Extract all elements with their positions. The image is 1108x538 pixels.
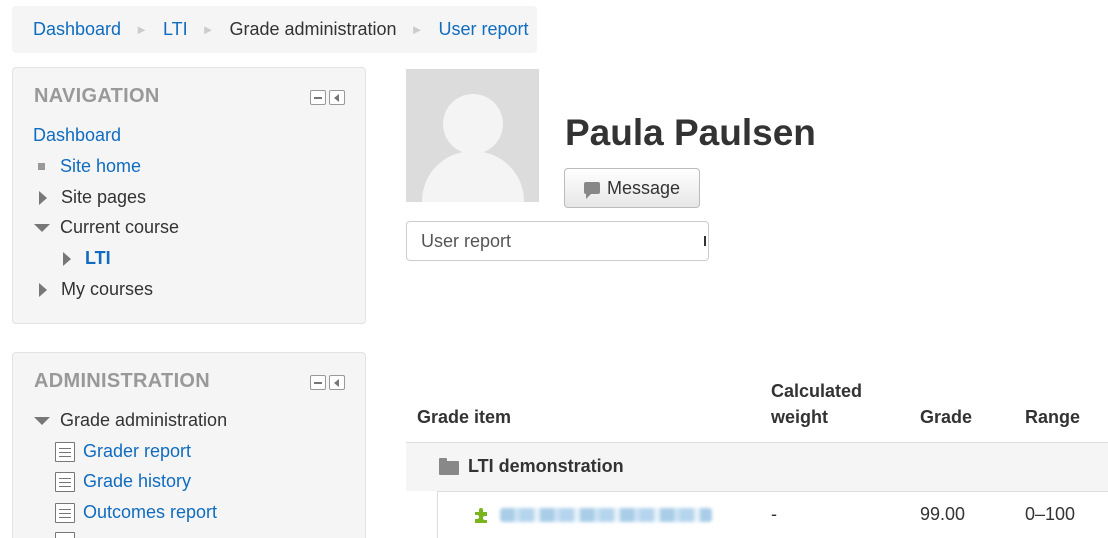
- message-button[interactable]: Message: [564, 168, 700, 208]
- column-header-grade-item: Grade item: [417, 407, 512, 427]
- minimize-icon[interactable]: [310, 375, 326, 390]
- collapse-arrow-icon[interactable]: [34, 416, 50, 425]
- expand-arrow-icon[interactable]: [39, 190, 47, 205]
- breadcrumb-lti[interactable]: LTI: [163, 19, 188, 40]
- block-controls: [310, 90, 345, 105]
- avatar-head: [443, 94, 503, 154]
- expand-arrow-icon[interactable]: [39, 282, 47, 297]
- cell-calculated-weight: -: [771, 504, 777, 524]
- breadcrumb-separator-icon: ►: [201, 22, 215, 37]
- breadcrumb-grade-administration: Grade administration: [229, 19, 397, 39]
- breadcrumb-separator-icon: ►: [135, 22, 148, 37]
- dropdown-caret-icon: [704, 236, 706, 246]
- cell-range: 0–100: [1025, 504, 1076, 524]
- category-indent-line: [437, 491, 438, 538]
- nav-item-label: Current course: [60, 217, 180, 237]
- column-header-grade: Grade: [920, 407, 973, 427]
- dock-icon[interactable]: [329, 90, 345, 105]
- breadcrumb-separator-icon: ►: [410, 22, 424, 37]
- admin-item-label: Grade administration: [60, 410, 228, 430]
- nav-item-label[interactable]: Dashboard: [33, 125, 121, 146]
- nav-item-site-home[interactable]: Site home: [38, 156, 141, 177]
- nav-item-course-lti[interactable]: LTI: [63, 248, 111, 269]
- nav-item-label: My courses: [61, 279, 154, 299]
- nav-item-my-courses[interactable]: My courses: [39, 279, 153, 300]
- minimize-icon[interactable]: [310, 90, 326, 105]
- breadcrumb-user-report[interactable]: User report: [438, 19, 528, 40]
- navigation-block: NAVIGATION Dashboard Site home Site page…: [12, 67, 366, 324]
- avatar[interactable]: [406, 69, 539, 202]
- user-fullname: Paula Paulsen: [565, 112, 816, 153]
- admin-item-outcomes-report[interactable]: Outcomes report: [55, 502, 217, 523]
- column-header-weight-line1: Calculated: [771, 381, 863, 401]
- nav-item-dashboard[interactable]: Dashboard: [33, 125, 121, 146]
- navigation-block-title: NAVIGATION: [34, 85, 160, 107]
- expand-arrow-icon[interactable]: [63, 251, 71, 266]
- column-header-weight-line2: weight: [771, 407, 828, 427]
- category-name: LTI demonstration: [468, 456, 624, 476]
- admin-item-grade-administration[interactable]: Grade administration: [34, 410, 227, 431]
- administration-block: ADMINISTRATION Grade administration Grad…: [12, 352, 366, 538]
- nav-item-label[interactable]: LTI: [85, 248, 111, 269]
- cell-grade: 99.00: [920, 504, 966, 524]
- block-controls: [310, 375, 345, 390]
- bullet-icon: [38, 163, 45, 170]
- administration-block-title: ADMINISTRATION: [34, 370, 211, 392]
- admin-item-label[interactable]: Grader report: [83, 441, 191, 462]
- lti-puzzle-icon: [475, 508, 487, 523]
- folder-icon: [439, 458, 459, 475]
- dock-icon[interactable]: [329, 375, 345, 390]
- report-icon: [55, 502, 75, 523]
- nav-item-label: Site pages: [61, 187, 147, 207]
- message-button-label: Message: [606, 177, 681, 198]
- column-header-calculated-weight: Calculated weight: [771, 378, 862, 430]
- nav-item-current-course[interactable]: Current course: [34, 217, 179, 238]
- avatar-body: [422, 151, 524, 202]
- column-header-range: Range: [1025, 407, 1081, 427]
- nav-item-label[interactable]: Site home: [60, 156, 141, 177]
- grade-item-link-redacted[interactable]: [500, 508, 712, 522]
- breadcrumb-dashboard[interactable]: Dashboard: [33, 19, 121, 40]
- message-bubble-icon: [583, 182, 600, 199]
- report-icon: [55, 532, 75, 538]
- report-type-select-value: User report: [421, 230, 512, 251]
- report-type-select[interactable]: User report: [406, 221, 709, 261]
- admin-item-grade-history[interactable]: Grade history: [55, 471, 191, 492]
- nav-item-site-pages[interactable]: Site pages: [39, 187, 146, 208]
- collapse-arrow-icon[interactable]: [34, 223, 50, 232]
- report-icon: [55, 441, 75, 462]
- admin-item-label[interactable]: Grade history: [83, 471, 191, 492]
- report-icon: [55, 471, 75, 492]
- breadcrumb: Dashboard ► LTI ► Grade administration ►…: [12, 6, 537, 53]
- category-divider: [437, 491, 1108, 492]
- admin-item-grader-report[interactable]: Grader report: [55, 441, 191, 462]
- admin-item-label[interactable]: Outcomes report: [83, 502, 217, 523]
- admin-item-partial: [55, 532, 75, 538]
